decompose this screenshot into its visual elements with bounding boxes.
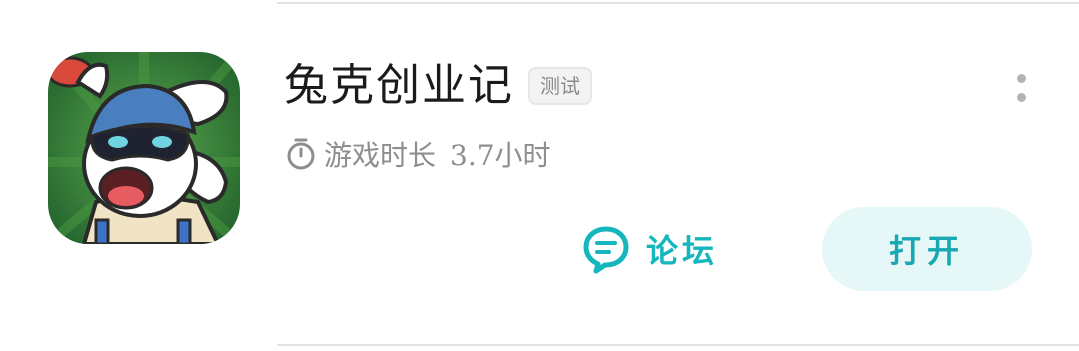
more-vertical-icon [1016, 74, 1026, 83]
playtime-row: 游戏时长 3.7小时 [284, 134, 551, 174]
playtime-label: 游戏时长 [324, 139, 437, 172]
app-title[interactable]: 兔克创业记 [284, 58, 514, 114]
test-tag: 测试 [528, 67, 592, 105]
chat-bubble-icon [580, 223, 632, 275]
divider [277, 2, 1079, 4]
game-list-item[interactable]: 兔克创业记 测试 游戏时长 3.7小时 论坛 打开 [0, 0, 1079, 351]
forum-button[interactable]: 论坛 [580, 220, 718, 278]
open-button[interactable]: 打开 [822, 207, 1032, 291]
divider [277, 344, 1079, 346]
rabbit-character-icon [48, 52, 240, 244]
playtime-value: 3.7小时 [450, 139, 551, 172]
app-icon[interactable] [48, 52, 240, 244]
title-row: 兔克创业记 测试 [284, 58, 592, 114]
stopwatch-icon [284, 137, 318, 171]
more-vertical-icon [1016, 93, 1026, 102]
more-options-button[interactable] [1005, 68, 1037, 108]
forum-label: 论坛 [646, 232, 719, 270]
